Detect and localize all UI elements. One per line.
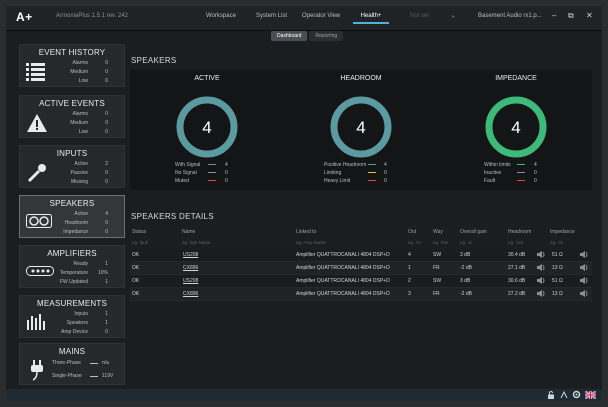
bars-icon [27,314,45,330]
card-speakers[interactable]: SPEAKERS Active 4 Headroom 0 Impedance 0 [19,195,125,238]
filter-gain[interactable]: eg. -6 [460,240,472,245]
signal-icon[interactable] [560,391,568,399]
tab-workspace[interactable]: Workspace [206,13,236,19]
gauge-title: ACTIVE [194,75,220,82]
legend-row: No Signal 0 [175,170,228,176]
tab-system-list[interactable]: System List [256,13,287,19]
tab-not-set[interactable]: Not set [410,13,429,19]
minimize-icon[interactable]: – [552,11,556,20]
col-header-out[interactable]: Out [408,229,416,235]
speaker-icon [537,264,545,271]
flag-icon[interactable] [585,391,596,399]
col-header-gain[interactable]: Overall gain [460,229,487,235]
gear-icon[interactable] [572,390,581,399]
table-row[interactable]: OK US208 Amplifier QUATTROCANALI 4804 DS… [130,275,592,288]
card-title: INPUTS [56,149,88,158]
speaker-icon [26,214,52,228]
table-row[interactable]: OK CX896 Amplifier QUATTROCANALI 4804 DS… [130,288,592,301]
card-mains[interactable]: MAINS Three-Phase n/a Single-Phase 119V [19,343,125,385]
legend-row: Limiting 0 [324,170,387,176]
card-inputs[interactable]: INPUTS Active 2 Passive 0 Missing 0 [19,145,125,188]
filter-impedance[interactable]: eg. <8 [550,240,563,245]
col-header-impedance[interactable]: Impedance [550,229,575,235]
speaker-icon [580,264,588,271]
col-header-name[interactable]: Name [182,229,195,235]
tab-health[interactable]: Health+ [353,13,389,24]
legend-row: Inactive 0 [484,170,537,176]
title-bar: A+ ArmoniaPlus 1.5.1 rev. 242 Workspace … [6,6,602,31]
filter-linked[interactable]: eg. Amp Name [296,240,326,245]
gauge-title: IMPEDANCE [495,75,537,82]
gauge-impedance: 4 [485,96,547,158]
card-title: EVENT HISTORY [38,48,106,57]
filter-out[interactable]: eg. >4 [408,240,421,245]
filter-status[interactable]: eg. fault [132,240,148,245]
speaker-icon [537,277,545,284]
app-logo: A+ [16,10,33,24]
microphone-icon [27,164,46,183]
card-amplifiers[interactable]: AMPLIFIERS Ready 1 Temperature 10% FW Upda… [19,245,125,288]
legend-row: Positive Headroom 4 [324,162,387,168]
details-heading: SPEAKERS DETAILS [131,212,214,221]
plug-icon [31,360,43,381]
gauge-title: HEADROOM [340,75,382,82]
card-title: AMPLIFIERS [47,249,97,258]
speaker-icon [580,277,588,284]
speaker-icon [537,290,545,297]
lock-icon[interactable] [547,391,555,399]
col-header-status[interactable]: Status [132,229,146,235]
speakers-heading: SPEAKERS [131,56,177,65]
amplifier-icon [26,266,54,276]
col-header-linked[interactable]: Linked to [296,229,316,235]
filter-name[interactable]: eg. Spk Name [182,240,211,245]
legend-row: With Signal 4 [175,162,228,168]
svg-text:4: 4 [202,118,211,137]
close-icon[interactable]: ✕ [586,11,593,20]
list-icon [26,63,45,81]
gauge-headroom: 4 [330,96,392,158]
svg-text:4: 4 [511,118,520,137]
table-row[interactable]: OK CX896 Amplifier QUATTROCANALI 4804 DS… [130,262,592,275]
speaker-icon [580,290,588,297]
arrow-icon: ▸ [452,14,456,20]
legend-row: Heavy Limit 0 [324,178,387,184]
filter-way[interactable]: eg. SW [433,240,448,245]
subtab-dashboard[interactable]: Dashboard [271,31,308,41]
card-measurements[interactable]: MEASUREMENTS Inputs 1 Speakers 1 Amp Devic… [19,295,125,338]
gauge-active: 4 [176,96,238,158]
card-active-events[interactable]: ACTIVE EVENTS Alarms 0 Medium 0 Low 0 [19,95,125,138]
table-row[interactable]: OK US208 Amplifier QUATTROCANALI 4804 DS… [130,249,592,262]
svg-text:4: 4 [356,118,365,137]
maximize-icon[interactable]: ⧉ [568,11,574,21]
warning-icon [27,114,47,132]
card-title: ACTIVE EVENTS [39,99,105,108]
card-title: MEASUREMENTS [37,299,107,308]
card-title: SPEAKERS [49,199,95,208]
subtab-bar: Dashboard Reporting [271,31,344,41]
col-header-way[interactable]: Way [433,229,443,235]
legend-row: Fault 0 [484,178,537,184]
status-bar [6,389,602,401]
speaker-icon [580,251,588,258]
card-title: MAINS [58,347,86,356]
legend-row: Within limits 4 [484,162,537,168]
app-title: ArmoniaPlus 1.5.1 rev. 242 [56,13,128,19]
speaker-icon [537,251,545,258]
legend-row: Muted 0 [175,178,228,184]
subtab-reporting[interactable]: Reporting [309,31,344,41]
filter-headroom[interactable]: eg. >20 [508,240,523,245]
tab-operator-view[interactable]: Operator View [302,13,340,19]
card-event-history[interactable]: EVENT HISTORY Alarms 0 Medium 0 Low 0 [19,44,125,87]
col-header-headroom[interactable]: Headroom [508,229,531,235]
tab-project[interactable]: Basement Audio rx1.p... [478,13,542,19]
